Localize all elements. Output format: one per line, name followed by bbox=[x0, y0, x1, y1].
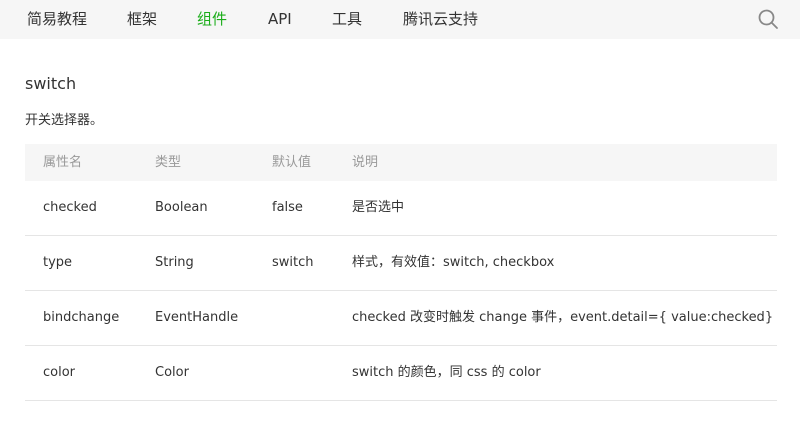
cell-default: false bbox=[272, 200, 303, 215]
cell-attribute: checked bbox=[43, 200, 97, 215]
table-row: color Color switch 的颜色，同 css 的 color bbox=[25, 346, 777, 401]
cell-description: checked 改变时触发 change 事件，event.detail={ v… bbox=[352, 310, 774, 325]
nav-item-framework[interactable]: 框架 bbox=[127, 0, 157, 39]
column-header-type: 类型 bbox=[155, 155, 182, 170]
cell-type: String bbox=[155, 255, 194, 270]
page-title: switch bbox=[25, 74, 77, 93]
cell-attribute: type bbox=[43, 255, 73, 270]
cell-attribute: color bbox=[43, 365, 76, 380]
table-row: type String switch 样式，有效值：switch, checkb… bbox=[25, 236, 777, 291]
page-description: 开关选择器。 bbox=[25, 113, 104, 128]
column-header-name: 属性名 bbox=[43, 155, 83, 170]
nav-item-tools[interactable]: 工具 bbox=[332, 0, 362, 39]
properties-table: 属性名 类型 默认值 说明 checked Boolean false 是否选中… bbox=[25, 144, 777, 401]
cell-attribute: bindchange bbox=[43, 310, 120, 325]
nav-item-tencent-cloud[interactable]: 腾讯云支持 bbox=[403, 0, 478, 39]
cell-type: Color bbox=[155, 365, 189, 380]
cell-description: 样式，有效值：switch, checkbox bbox=[352, 255, 555, 270]
search-icon bbox=[758, 9, 778, 29]
cell-type: EventHandle bbox=[155, 310, 239, 325]
table-row: bindchange EventHandle checked 改变时触发 cha… bbox=[25, 291, 777, 346]
table-row: checked Boolean false 是否选中 bbox=[25, 181, 777, 236]
nav-item-components[interactable]: 组件 bbox=[197, 0, 227, 39]
cell-description: switch 的颜色，同 css 的 color bbox=[352, 365, 541, 380]
top-navigation-bar: 简易教程 框架 组件 API 工具 腾讯云支持 bbox=[0, 0, 800, 39]
nav-item-tutorial[interactable]: 简易教程 bbox=[27, 0, 87, 39]
column-header-default: 默认值 bbox=[272, 155, 312, 170]
search-button[interactable] bbox=[756, 7, 780, 31]
nav-item-api[interactable]: API bbox=[268, 0, 292, 39]
cell-default: switch bbox=[272, 255, 314, 270]
cell-type: Boolean bbox=[155, 200, 208, 215]
table-header-row: 属性名 类型 默认值 说明 bbox=[25, 144, 777, 181]
cell-description: 是否选中 bbox=[352, 200, 405, 215]
column-header-description: 说明 bbox=[352, 155, 379, 170]
